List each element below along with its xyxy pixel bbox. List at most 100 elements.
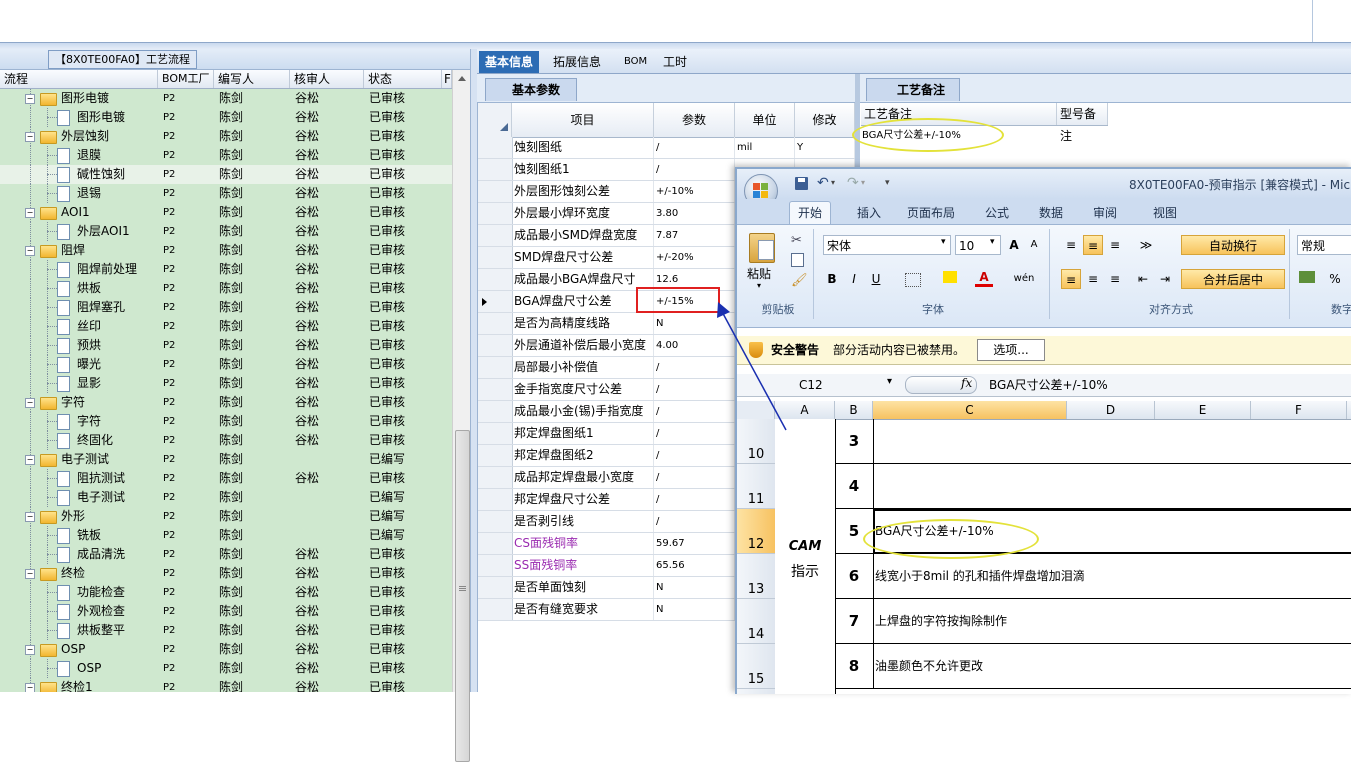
tree-row[interactable]: 终固化 P2 陈剑 谷松 已审核 — [0, 431, 452, 450]
instruction-cell[interactable]: 油墨颜色不允许更改 — [875, 644, 983, 688]
font-name-dropdown-icon[interactable]: ▾ — [941, 237, 946, 247]
param-item-cell[interactable]: 成品最小BGA焊盘尺寸 — [512, 269, 654, 290]
row-indicator[interactable] — [478, 423, 513, 444]
sheet-row[interactable]: 3 — [835, 419, 1351, 464]
row-header-13[interactable]: 13 — [737, 554, 775, 599]
increase-indent-icon[interactable]: ⇥ — [1155, 269, 1175, 289]
param-item-cell[interactable]: 邦定焊盘尺寸公差 — [512, 489, 654, 510]
tree-row[interactable]: 退膜 P2 陈剑 谷松 已审核 — [0, 146, 452, 165]
percent-button[interactable]: % — [1327, 269, 1343, 289]
col-status[interactable]: 状态 — [364, 70, 442, 88]
param-value-cell[interactable]: 7.87 — [654, 225, 735, 246]
tree-row[interactable]: OSP P2 陈剑 谷松 已审核 — [0, 659, 452, 678]
col-f[interactable]: F — [442, 70, 452, 88]
param-value-cell[interactable]: N — [654, 577, 735, 598]
ribbon-tab-view[interactable]: 视图 — [1153, 202, 1177, 224]
row-indicator[interactable] — [478, 401, 513, 422]
tree-row[interactable]: 外层AOI1 P2 陈剑 谷松 已审核 — [0, 222, 452, 241]
tab-process-notes[interactable]: 工艺备注 — [866, 78, 961, 101]
ribbon-tab-home[interactable]: 开始 — [789, 201, 832, 224]
undo-icon[interactable]: ↶ — [817, 175, 829, 191]
col-item[interactable]: 项目 — [512, 103, 654, 137]
tree-row[interactable]: − OSP P2 陈剑 谷松 已审核 — [0, 640, 452, 659]
collapse-icon[interactable]: − — [25, 208, 35, 218]
collapse-icon[interactable]: − — [25, 455, 35, 465]
security-options-button[interactable]: 选项... — [977, 339, 1045, 361]
collapse-icon[interactable]: − — [25, 512, 35, 522]
italic-button[interactable]: I — [845, 269, 863, 289]
format-painter-icon[interactable]: 🖌 — [791, 273, 808, 288]
tab-basic-params[interactable]: 基本参数 — [485, 78, 578, 101]
row-indicator[interactable] — [478, 511, 513, 532]
row-indicator[interactable] — [478, 335, 513, 356]
row-indicator[interactable] — [478, 489, 513, 510]
tree-row[interactable]: − 图形电镀 P2 陈剑 谷松 已审核 — [0, 89, 452, 108]
col-unit[interactable]: 单位 — [735, 103, 795, 137]
ribbon-tab-data[interactable]: 数据 — [1039, 202, 1063, 224]
row-indicator[interactable] — [478, 159, 513, 180]
undo-dropdown-icon[interactable]: ▾ — [831, 178, 835, 187]
sheet-row[interactable]: 8 油墨颜色不允许更改 — [835, 644, 1351, 689]
redo-dropdown-icon[interactable]: ▾ — [861, 178, 865, 187]
tree-row[interactable]: 字符 P2 陈剑 谷松 已审核 — [0, 412, 452, 431]
col-modify[interactable]: 修改 — [795, 103, 855, 137]
tree-row[interactable]: 丝印 P2 陈剑 谷松 已审核 — [0, 317, 452, 336]
item-number-cell[interactable]: 8 — [835, 644, 874, 688]
param-item-cell[interactable]: 是否为高精度线路 — [512, 313, 654, 334]
row-indicator[interactable] — [478, 379, 513, 400]
tab-extended-info[interactable]: 拓展信息 — [547, 51, 607, 73]
tree-row[interactable]: 碱性蚀刻 P2 陈剑 谷松 已审核 — [0, 165, 452, 184]
row-indicator[interactable] — [478, 137, 513, 158]
ribbon-tab-insert[interactable]: 插入 — [857, 202, 881, 224]
param-value-cell[interactable]: 3.80 — [654, 203, 735, 224]
align-bottom-icon[interactable]: ≡ — [1105, 235, 1125, 255]
sheet-row[interactable]: 7 上焊盘的字符按掏除制作 — [835, 599, 1351, 644]
tree-row[interactable]: 阻焊前处理 P2 陈剑 谷松 已审核 — [0, 260, 452, 279]
param-item-cell[interactable]: 局部最小补偿值 — [512, 357, 654, 378]
collapse-icon[interactable]: − — [25, 645, 35, 655]
grow-font-button[interactable]: A — [1005, 235, 1023, 255]
tree-row[interactable]: 外观检查 P2 陈剑 谷松 已审核 — [0, 602, 452, 621]
param-item-cell[interactable]: 外层通道补偿后最小宽度 — [512, 335, 654, 356]
border-icon[interactable] — [905, 273, 921, 287]
param-item-cell[interactable]: 外层最小焊环宽度 — [512, 203, 654, 224]
tree-row[interactable]: − 外形 P2 陈剑 已编写 — [0, 507, 452, 526]
currency-icon[interactable] — [1299, 271, 1315, 283]
scroll-thumb[interactable] — [455, 430, 470, 762]
paste-icon[interactable] — [749, 233, 775, 263]
sheet-row[interactable]: 4 — [835, 464, 1351, 509]
cam-merged-cell[interactable]: CAM 指示 — [775, 419, 836, 694]
tree-row[interactable]: 退锡 P2 陈剑 谷松 已审核 — [0, 184, 452, 203]
col-header-b[interactable]: B — [835, 401, 873, 419]
scroll-up-icon[interactable] — [458, 76, 466, 81]
tab-work-hours[interactable]: 工时 — [657, 51, 693, 73]
item-number-cell[interactable]: 6 — [835, 554, 874, 598]
param-item-cell[interactable]: 成品最小金(锡)手指宽度 — [512, 401, 654, 422]
col-header-f[interactable]: F — [1251, 401, 1347, 419]
customize-qat-icon[interactable]: ▾ — [885, 178, 890, 188]
panel-splitter[interactable] — [470, 49, 478, 692]
shrink-font-button[interactable]: A — [1025, 235, 1043, 255]
param-value-cell[interactable]: / — [654, 489, 735, 510]
col-param[interactable]: 参数 — [654, 103, 735, 137]
param-item-cell[interactable]: 是否单面蚀刻 — [512, 577, 654, 598]
row-indicator[interactable] — [478, 599, 513, 620]
tree-row[interactable]: − 终检 P2 陈剑 谷松 已审核 — [0, 564, 452, 583]
decrease-indent-icon[interactable]: ⇤ — [1133, 269, 1153, 289]
sheet-row[interactable]: 6 线宽小于8mil 的孔和插件焊盘增加泪滴 — [835, 554, 1351, 599]
align-center-icon[interactable]: ≡ — [1083, 269, 1103, 289]
tree-row[interactable]: 电子测试 P2 陈剑 已编写 — [0, 488, 452, 507]
tree-row[interactable]: 阻焊塞孔 P2 陈剑 谷松 已审核 — [0, 298, 452, 317]
paste-button[interactable]: 粘贴 — [747, 265, 771, 282]
tree-row[interactable]: 图形电镀 P2 陈剑 谷松 已审核 — [0, 108, 452, 127]
param-item-cell[interactable]: 成品邦定焊盘最小宽度 — [512, 467, 654, 488]
font-name-select[interactable]: 宋体 — [823, 235, 951, 255]
redo-icon[interactable]: ↷ — [847, 175, 859, 191]
row-header-12[interactable]: 12 — [737, 509, 775, 554]
param-unit-cell[interactable]: mil — [735, 137, 795, 158]
param-value-cell[interactable]: / — [654, 445, 735, 466]
tab-basic-info[interactable]: 基本信息 — [479, 51, 540, 73]
tree-row[interactable]: 曝光 P2 陈剑 谷松 已审核 — [0, 355, 452, 374]
row-indicator[interactable] — [478, 555, 513, 576]
collapse-icon[interactable]: − — [25, 246, 35, 256]
